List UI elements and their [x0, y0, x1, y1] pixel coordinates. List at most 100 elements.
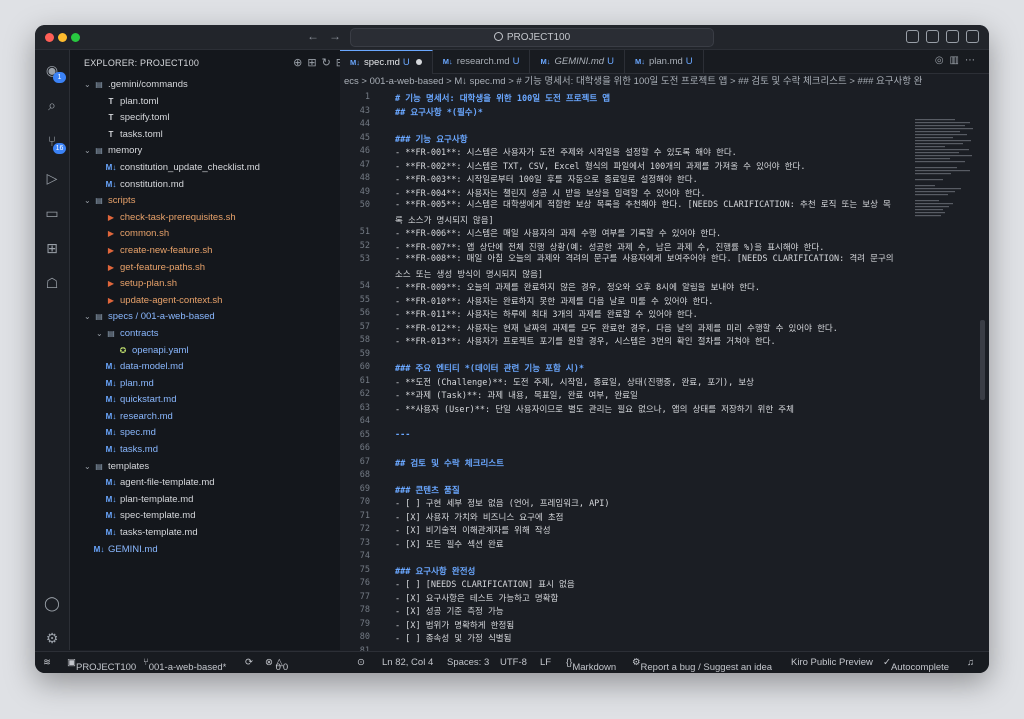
zoom-window-button[interactable] [71, 33, 80, 42]
tree-item[interactable]: ⌄ ▤ .gemini/commands [70, 77, 374, 94]
breadcrumb[interactable]: ecs > 001-a-web-based > M↓ spec.md > # 기… [340, 74, 989, 90]
settings-gear-icon[interactable]: ⚙ [44, 630, 60, 646]
notifications-bell-icon[interactable]: ♫ [967, 657, 974, 668]
code-line[interactable]: - [X] 성공 기준 측정 가능 [395, 605, 895, 617]
tree-item[interactable]: M↓GEMINI.mdU [70, 542, 374, 559]
kiro-ghost-icon[interactable]: ☖ [44, 275, 60, 291]
tab-plan-md[interactable]: M↓ plan.md U [625, 50, 704, 73]
code-line[interactable]: - **FR-010**: 사용자는 완료하지 못한 과제를 다음 날로 미룰 … [395, 295, 895, 307]
tree-item[interactable]: M↓data-model.mdU [70, 359, 374, 376]
tree-item[interactable]: M↓ spec-template.md [70, 508, 374, 525]
tree-item[interactable]: Tspecify.toml [70, 110, 374, 127]
explorer-icon[interactable]: ◉ 1 [44, 62, 66, 83]
indentation[interactable]: Spaces: 3 [447, 657, 489, 668]
code-line[interactable]: - [ ] [NEEDS CLARIFICATION] 표시 없음 [395, 578, 895, 590]
code-line[interactable]: - [X] 비기술적 이해관계자를 위해 작성 [395, 524, 895, 536]
code-line[interactable]: - **도전 (Challenge)**: 도전 주제, 시작일, 종료일, 상… [395, 376, 895, 388]
forward-arrow-icon[interactable]: → [329, 29, 341, 43]
code-line[interactable]: ## 요구사항 *(필수)* [395, 106, 895, 118]
tree-item[interactable]: ⌄ ▤ templates [70, 459, 374, 476]
code-line[interactable]: - [X] 요구사항은 테스트 가능하고 명확함 [395, 592, 895, 604]
tree-item[interactable]: ▶update-agent-context.shM [70, 293, 374, 310]
line-ending[interactable]: LF [540, 657, 551, 668]
code-line[interactable]: ### 주요 엔티티 *(데이터 관련 기능 포함 시)* [395, 362, 895, 374]
code-line[interactable]: - **FR-006**: 시스템은 매일 사용자의 과제 수행 여부를 기록할… [395, 227, 895, 239]
code-line[interactable]: - **FR-003**: 시작일로부터 100일 후를 자동으로 종료일로 설… [395, 173, 895, 185]
back-arrow-icon[interactable]: ← [307, 29, 319, 43]
tree-item[interactable]: Ttasks.toml [70, 127, 374, 144]
code-line[interactable]: - **FR-009**: 오늘의 과제를 완료하지 않은 경우, 정오와 오후… [395, 281, 895, 293]
tree-item[interactable]: Tplan.toml [70, 94, 374, 111]
tree-item[interactable]: ▶setup-plan.shM [70, 276, 374, 293]
run-debug-icon[interactable]: ▷ [44, 170, 60, 186]
tree-item[interactable]: ⌄▤scripts• [70, 193, 374, 210]
code-line[interactable]: - **FR-005**: 시스템은 대학생에게 적합한 보상 목록을 추천해야… [395, 197, 895, 229]
unsaved-dot-icon[interactable] [415, 59, 422, 65]
code-line[interactable]: --- [395, 430, 895, 440]
code-line[interactable]: ### 기능 요구사항 [395, 133, 895, 145]
minimap[interactable] [915, 119, 977, 239]
chevron-down-icon[interactable]: ⌄ [84, 309, 93, 326]
code-line[interactable]: ### 요구사항 완전성 [395, 565, 895, 577]
code-line[interactable]: # 기능 명세서: 대학생을 위한 100일 도전 프로젝트 앱 [395, 92, 895, 104]
tab-spec-md[interactable]: M↓ spec.md U [340, 50, 433, 74]
remote-explorer-icon[interactable]: ▭ [44, 205, 60, 221]
new-folder-icon[interactable]: ⊞ [307, 57, 321, 69]
toggle-sidebar-icon[interactable] [926, 30, 939, 43]
code-line[interactable]: - [ ] 구현 세부 정보 없음 (언어, 프레임워크, API) [395, 497, 895, 509]
new-file-icon[interactable]: ⊕ [293, 57, 307, 69]
tree-item[interactable]: ▶get-feature-paths.shM [70, 260, 374, 277]
code-line[interactable]: - **FR-013**: 사용자가 프로젝트 포기를 원할 경우, 시스템은 … [395, 335, 895, 347]
more-actions-icon[interactable]: ⋯ [965, 55, 981, 66]
code-line[interactable]: - [ ] 종속성 및 가정 식별됨 [395, 632, 895, 644]
sync-icon[interactable]: ⟳ [245, 657, 253, 668]
chevron-down-icon[interactable]: ⌄ [84, 459, 93, 476]
tree-item[interactable]: ▶create-new-feature.shM [70, 243, 374, 260]
tree-item[interactable]: ▶check-task-prerequisites.shM [70, 210, 374, 227]
chat-icon[interactable] [966, 30, 979, 43]
tree-item[interactable]: M↓ plan-template.md [70, 492, 374, 509]
command-center-search[interactable]: PROJECT100 [350, 28, 714, 47]
language-mode[interactable]: {} Markdown [566, 657, 616, 673]
tree-item[interactable]: M↓plan.mdU [70, 376, 374, 393]
chevron-down-icon[interactable]: ⌄ [84, 143, 93, 160]
code-line[interactable]: - [X] 사용자 가치와 비즈니스 요구에 초점 [395, 511, 895, 523]
code-line[interactable]: - **과제 (Task)**: 과제 내용, 목표일, 완료 여부, 완료일 [395, 389, 895, 401]
encoding[interactable]: UTF-8 [500, 657, 527, 668]
code-line[interactable]: - **FR-002**: 시스템은 TXT, CSV, Excel 형식의 파… [395, 160, 895, 172]
brand-label[interactable]: Kiro Public Preview [791, 657, 873, 668]
tab-gemini-md[interactable]: M↓ GEMINI.md U [530, 50, 625, 73]
report-bug-link[interactable]: ⚙ Report a bug / Suggest an idea [632, 657, 772, 673]
close-window-button[interactable] [45, 33, 54, 42]
code-line[interactable]: - [X] 범위가 명확하게 한정됨 [395, 619, 895, 631]
project-indicator[interactable]: ▣ PROJECT100 [67, 657, 136, 673]
open-preview-icon[interactable]: ◎ [935, 55, 950, 66]
account-icon[interactable]: ◯ [44, 595, 60, 611]
code-line[interactable]: - **FR-008**: 매일 아침 오늘의 과제와 격려의 문구를 사용자에… [395, 251, 895, 283]
tree-item[interactable]: M↓ constitution.md [70, 177, 374, 194]
tab-research-md[interactable]: M↓ research.md U [433, 50, 531, 73]
remote-icon[interactable]: ≋ [43, 657, 51, 668]
tree-item[interactable]: ✪openapi.yamlU [70, 343, 374, 360]
tree-item[interactable]: ⌄▤contracts• [70, 326, 374, 343]
tree-item[interactable]: M↓tasks.mdU [70, 442, 374, 459]
code-line[interactable]: - **사용자 (User)**: 단일 사용자이므로 별도 관리는 필요 없으… [395, 403, 895, 415]
extensions-icon[interactable]: ⊞ [44, 240, 60, 256]
problems-indicator[interactable]: ⊗ 0 △ 0 [265, 657, 288, 673]
branch-indicator[interactable]: ⑂ 001-a-web-based* [143, 657, 226, 673]
customize-layout-icon[interactable] [906, 30, 919, 43]
tree-item[interactable]: M↓ agent-file-template.md [70, 475, 374, 492]
tree-item[interactable]: ▶common.shM [70, 226, 374, 243]
tree-item[interactable]: M↓spec.mdU [70, 425, 374, 442]
tree-item[interactable]: M↓quickstart.mdU [70, 392, 374, 409]
chevron-down-icon[interactable]: ⌄ [84, 77, 93, 94]
cursor-position[interactable]: Ln 82, Col 4 [382, 657, 433, 668]
refresh-icon[interactable]: ↻ [322, 57, 336, 69]
toggle-panel-icon[interactable] [946, 30, 959, 43]
minimize-window-button[interactable] [58, 33, 67, 42]
vertical-scrollbar[interactable] [980, 320, 985, 400]
code-line[interactable]: ### 콘텐츠 품질 [395, 484, 895, 496]
search-icon[interactable]: ⌕ [44, 97, 60, 113]
chevron-down-icon[interactable]: ⌄ [96, 326, 105, 343]
code-line[interactable]: ## 검토 및 수락 체크리스트 [395, 457, 895, 469]
